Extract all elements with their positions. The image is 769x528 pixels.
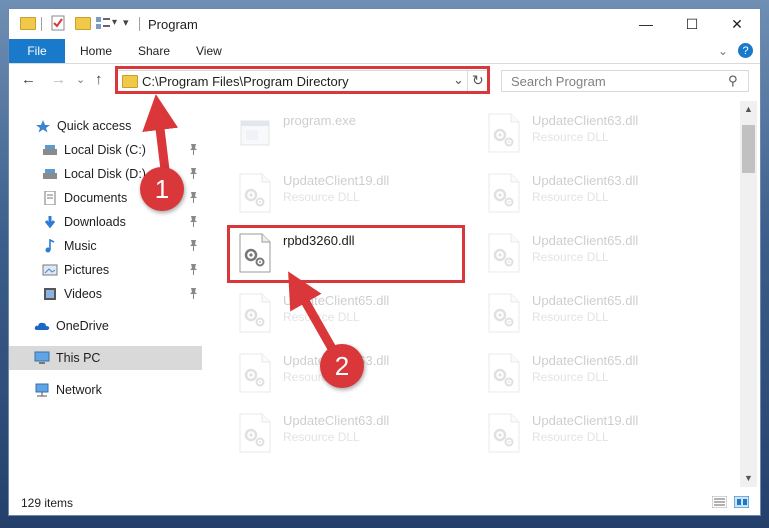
annotation-arrows bbox=[142, 94, 339, 357]
arrow-to-file bbox=[288, 271, 339, 357]
step-2-badge: 2 bbox=[320, 344, 364, 388]
step-1-badge: 1 bbox=[140, 167, 184, 211]
